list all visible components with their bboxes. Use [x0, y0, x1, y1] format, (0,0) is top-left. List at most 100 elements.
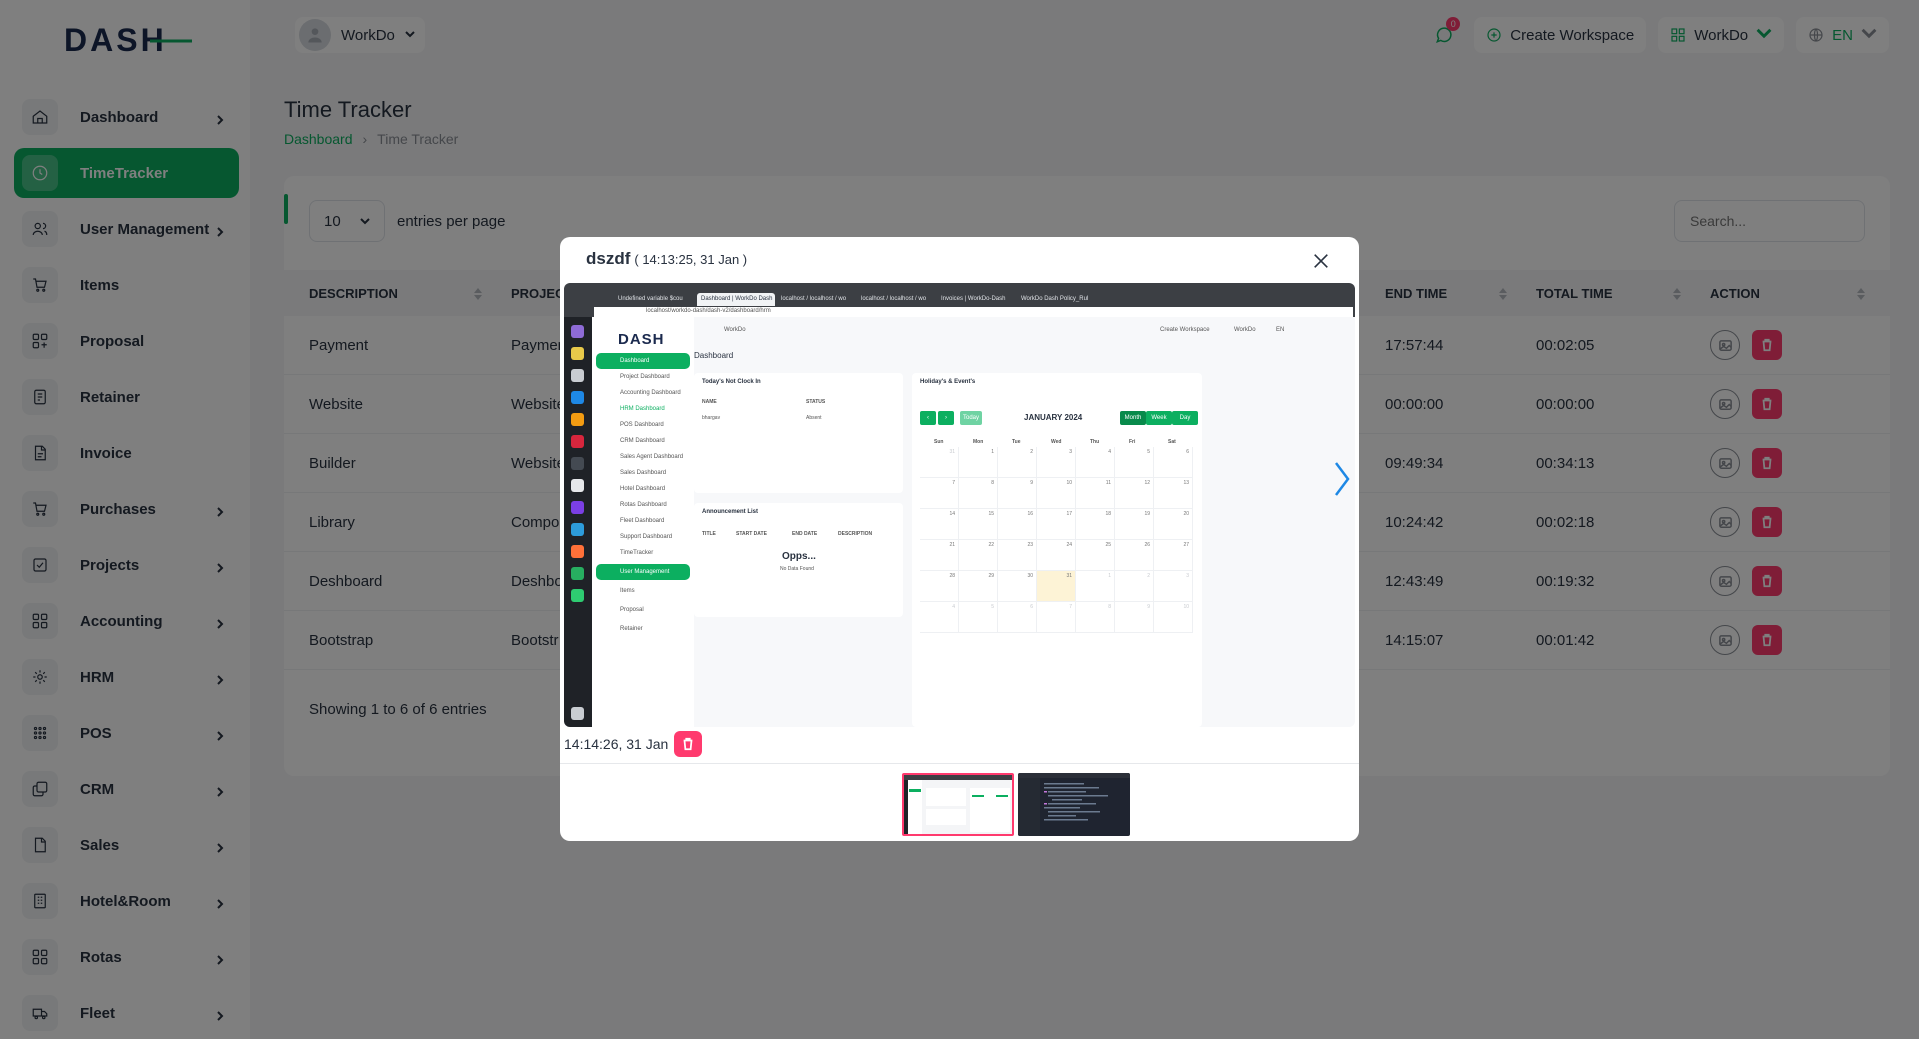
preview-calendar-title: Holiday's & Event's [920, 379, 976, 385]
preview-sidebar-item: Fleet Dashboard [620, 518, 665, 524]
preview-page-title: Dashboard [694, 351, 734, 360]
preview-sidebar-item: Retainer [620, 626, 643, 632]
thumbnail-2[interactable] [1018, 773, 1130, 836]
app-icon [571, 347, 584, 360]
preview-next-icon: › [938, 411, 954, 425]
preview-cal-date: 5 [1115, 447, 1154, 478]
preview-card1-title: Today's Not Clock In [702, 379, 761, 385]
screenshot-preview: Undefined variable $cou Dashboard | WorkD… [564, 283, 1355, 727]
preview-cal-day: Thu [1090, 439, 1100, 445]
app-icon [571, 501, 584, 514]
preview-card2-col: TITLE [702, 531, 716, 537]
preview-today: Today [960, 411, 982, 425]
preview-cal-date: 3 [1154, 571, 1193, 602]
preview-card-not-clock-in: Today's Not Clock In NAME STATUS bhargav… [694, 373, 903, 493]
preview-sidebar-item: Items [620, 588, 635, 594]
delete-screenshot-button[interactable] [674, 731, 703, 757]
preview-sidebar-item: Proposal [620, 607, 644, 613]
thumbnail-dashboard-preview [904, 775, 1012, 834]
preview-cal-date: 20 [1154, 509, 1193, 540]
preview-header-ws: WorkDo [1234, 327, 1256, 333]
preview-sidebar-item: Sales Agent Dashboard [620, 454, 684, 460]
preview-cal-date: 30 [998, 571, 1037, 602]
browser-tab: localhost / localhost / wo [861, 296, 927, 302]
preview-calendar: Holiday's & Event's ‹ › Today JANUARY 20… [912, 373, 1202, 727]
app-icon [571, 457, 584, 470]
preview-cal-date: 6 [1154, 447, 1193, 478]
preview-cal-date: 24 [1037, 540, 1076, 571]
screenshot-time: 14:14:26, 31 Jan [564, 736, 669, 752]
preview-cal-date: 22 [959, 540, 998, 571]
preview-cal-date: 23 [998, 540, 1037, 571]
preview-cal-date: 9 [1115, 602, 1154, 633]
preview-cal-date: 9 [998, 478, 1037, 509]
preview-cal-date: 17 [1037, 509, 1076, 540]
preview-cal-day: Sun [934, 439, 944, 445]
preview-cal-date: 19 [1115, 509, 1154, 540]
app-icon [571, 479, 584, 492]
app-icon [571, 391, 584, 404]
preview-sidebar-item: Dashboard [596, 353, 690, 369]
preview-cal-date: 15 [959, 509, 998, 540]
next-slide-icon[interactable] [1332, 459, 1352, 499]
modal-title: dszdf( 14:13:25, 31 Jan ) [586, 249, 747, 269]
preview-sidebar-item: Accounting Dashboard [620, 390, 681, 396]
preview-cal-date: 10 [1154, 602, 1193, 633]
screenshot-modal: dszdf( 14:13:25, 31 Jan ) Undefined vari… [560, 237, 1359, 841]
app-icon [571, 589, 584, 602]
preview-cal-date: 10 [1037, 478, 1076, 509]
preview-cal-view: Week [1146, 411, 1172, 425]
preview-cal-date: 13 [1154, 478, 1193, 509]
preview-sidebar-item: Rotas Dashboard [620, 502, 667, 508]
preview-card2-empty-title: Opps... [782, 551, 816, 562]
thumbnail-strip [902, 773, 1130, 836]
preview-cal-date: 31 [920, 447, 959, 478]
preview-cal-date: 25 [1076, 540, 1115, 571]
preview-card-announcements: Announcement List TITLE START DATE END DAT… [694, 503, 903, 617]
preview-cal-date: 5 [959, 602, 998, 633]
preview-sidebar-item: HRM Dashboard [620, 406, 665, 412]
preview-cal-date: 27 [1154, 540, 1193, 571]
thumbnail-1[interactable] [902, 773, 1014, 836]
preview-sidebar-item: Hotel Dashboard [620, 486, 666, 492]
preview-cal-date: 3 [1037, 447, 1076, 478]
app-icon [571, 523, 584, 536]
preview-cal-day: Mon [973, 439, 984, 445]
preview-cal-date: 1 [959, 447, 998, 478]
trash-icon [683, 737, 693, 751]
preview-cal-date: 11 [1076, 478, 1115, 509]
preview-sidebar-item: Support Dashboard [620, 534, 673, 540]
browser-url-bar: localhost/workdo-dash/dash-v2/dashboard/… [594, 307, 1353, 317]
preview-cal-date: 1 [1076, 571, 1115, 602]
app-grid-icon [571, 707, 584, 720]
preview-cal-date: 26 [1115, 540, 1154, 571]
browser-tab: localhost / localhost / wo [781, 296, 847, 302]
preview-card1-col-status: STATUS [806, 399, 826, 405]
preview-cal-date: 14 [920, 509, 959, 540]
preview-sidebar-item: TimeTracker [620, 550, 654, 556]
preview-sidebar-item: Project Dashboard [620, 374, 670, 380]
modal-title-text: dszdf [586, 249, 631, 268]
preview-cal-date: 29 [959, 571, 998, 602]
preview-cal-date: 8 [959, 478, 998, 509]
preview-cal-date: 2 [1115, 571, 1154, 602]
preview-card2-col: DESCRIPTION [838, 531, 873, 537]
preview-cal-date: 7 [920, 478, 959, 509]
thumbnail-code-editor-preview [1018, 773, 1130, 836]
close-icon[interactable] [1307, 247, 1335, 275]
preview-cal-date: 7 [1037, 602, 1076, 633]
app-icon [571, 369, 584, 382]
preview-cal-day: Fri [1129, 439, 1136, 445]
preview-cal-date: 12 [1115, 478, 1154, 509]
preview-cal-day: Tue [1012, 439, 1021, 445]
app-icon [571, 325, 584, 338]
app-icon [571, 567, 584, 580]
preview-cal-view: Day [1172, 411, 1198, 425]
app-icon [571, 413, 584, 426]
preview-card1-col-name: NAME [702, 399, 717, 405]
preview-cal-date: 21 [920, 540, 959, 571]
preview-sidebar-item: Sales Dashboard [620, 470, 667, 476]
preview-logo: DASH [618, 331, 665, 348]
preview-card1-status: Absent [806, 415, 822, 421]
os-dock [564, 317, 592, 727]
